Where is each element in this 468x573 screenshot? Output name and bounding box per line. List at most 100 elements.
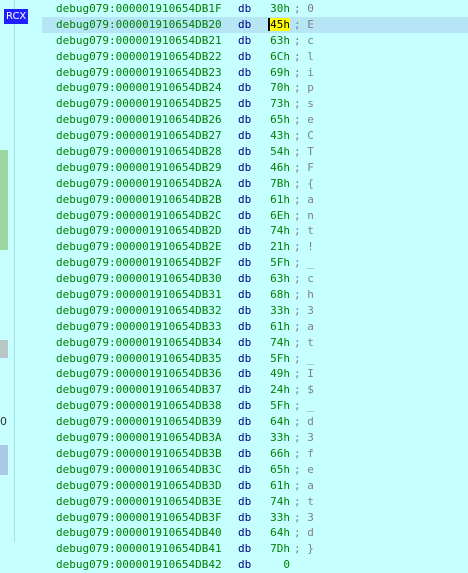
listing-row[interactable]: debug079:000001910654DB34 db 74h ; t [42, 335, 468, 351]
byte-value[interactable]: 6Eh [268, 208, 290, 224]
address-label[interactable]: debug079:000001910654DB39 [56, 414, 222, 430]
listing-row[interactable]: debug079:000001910654DB2B db 61h ; a [42, 192, 468, 208]
byte-value[interactable]: 63h [268, 33, 290, 49]
byte-value[interactable]: 66h [268, 446, 290, 462]
address-label[interactable]: debug079:000001910654DB3C [56, 462, 222, 478]
address-label[interactable]: debug079:000001910654DB1F [56, 1, 222, 17]
listing-row[interactable]: debug079:000001910654DB39 db 64h ; d [42, 414, 468, 430]
byte-value[interactable]: 7Dh [268, 541, 290, 557]
address-label[interactable]: debug079:000001910654DB29 [56, 160, 222, 176]
address-label[interactable]: debug079:000001910654DB25 [56, 96, 222, 112]
listing-row[interactable]: debug079:000001910654DB3B db 66h ; f [42, 446, 468, 462]
listing-row[interactable]: debug079:000001910654DB20 db 45h ; E [42, 16, 468, 33]
byte-value[interactable]: 54h [268, 144, 290, 160]
listing-row[interactable]: debug079:000001910654DB22 db 6Ch ; l [42, 49, 468, 65]
listing-row[interactable]: debug079:000001910654DB36 db 49h ; I [42, 366, 468, 382]
address-label[interactable]: debug079:000001910654DB30 [56, 271, 222, 287]
address-label[interactable]: debug079:000001910654DB2D [56, 223, 222, 239]
address-label[interactable]: debug079:000001910654DB36 [56, 366, 222, 382]
address-label[interactable]: debug079:000001910654DB24 [56, 80, 222, 96]
register-pointer-badge[interactable]: RCX [4, 9, 29, 24]
byte-value[interactable]: 61h [268, 319, 290, 335]
listing-row[interactable]: debug079:000001910654DB25 db 73h ; s [42, 96, 468, 112]
byte-value[interactable]: 63h [268, 271, 290, 287]
address-label[interactable]: debug079:000001910654DB34 [56, 335, 222, 351]
address-label[interactable]: debug079:000001910654DB2C [56, 208, 222, 224]
address-label[interactable]: debug079:000001910654DB3B [56, 446, 222, 462]
byte-value[interactable]: 69h [268, 65, 290, 81]
listing-row[interactable]: debug079:000001910654DB2A db 7Bh ; { [42, 176, 468, 192]
byte-value[interactable]: 6Ch [268, 49, 290, 65]
address-label[interactable]: debug079:000001910654DB35 [56, 351, 222, 367]
byte-value[interactable]: 70h [268, 80, 290, 96]
byte-value[interactable]: 65h [268, 112, 290, 128]
address-label[interactable]: debug079:000001910654DB2E [56, 239, 222, 255]
listing-row[interactable]: debug079:000001910654DB29 db 46h ; F [42, 160, 468, 176]
byte-value[interactable]: 61h [268, 478, 290, 494]
listing-row[interactable]: debug079:000001910654DB23 db 69h ; i [42, 65, 468, 81]
address-label[interactable]: debug079:000001910654DB21 [56, 33, 222, 49]
address-label[interactable]: debug079:000001910654DB40 [56, 525, 222, 541]
listing-row[interactable]: debug079:000001910654DB3F db 33h ; 3 [42, 510, 468, 526]
disassembly-listing[interactable]: debug079:000001910654DB1F db 30h; 0 debug07… [42, 1, 468, 573]
listing-row[interactable]: debug079:000001910654DB1F db 30h ; 0 [42, 1, 468, 17]
listing-row[interactable]: debug079:000001910654DB2E db 21h ; ! [42, 239, 468, 255]
listing-row[interactable]: debug079:000001910654DB24 db 70h ; p [42, 80, 468, 96]
address-label[interactable]: debug079:000001910654DB2B [56, 192, 222, 208]
byte-value[interactable]: 74h [268, 223, 290, 239]
address-label[interactable]: debug079:000001910654DB3D [56, 478, 222, 494]
byte-value[interactable]: 45h [268, 17, 290, 33]
byte-value[interactable]: 5Fh [268, 255, 290, 271]
address-label[interactable]: debug079:000001910654DB2A [56, 176, 222, 192]
listing-row[interactable]: debug079:000001910654DB35 db 5Fh ; _ [42, 351, 468, 367]
byte-value[interactable]: 73h [268, 96, 290, 112]
byte-value[interactable]: 74h [268, 335, 290, 351]
address-label[interactable]: debug079:000001910654DB23 [56, 65, 222, 81]
listing-row[interactable]: debug079:000001910654DB21 db 63h ; c [42, 33, 468, 49]
byte-value[interactable]: 49h [268, 366, 290, 382]
listing-row[interactable]: debug079:000001910654DB38 db 5Fh ; _ [42, 398, 468, 414]
byte-value[interactable]: 64h [268, 414, 290, 430]
listing-row[interactable]: debug079:000001910654DB28 db 54h ; T [42, 144, 468, 160]
byte-value[interactable]: 33h [268, 510, 290, 526]
listing-row[interactable]: debug079:000001910654DB2F db 5Fh ; _ [42, 255, 468, 271]
address-label[interactable]: debug079:000001910654DB3A [56, 430, 222, 446]
listing-row[interactable]: debug079:000001910654DB3E db 74h ; t [42, 494, 468, 510]
listing-row[interactable]: debug079:000001910654DB30 db 63h ; c [42, 271, 468, 287]
byte-value[interactable]: 61h [268, 192, 290, 208]
listing-row[interactable]: debug079:000001910654DB3D db 61h ; a [42, 478, 468, 494]
byte-value[interactable]: 33h [268, 430, 290, 446]
address-label[interactable]: debug079:000001910654DB20 [56, 17, 222, 33]
listing-row[interactable]: debug079:000001910654DB3A db 33h ; 3 [42, 430, 468, 446]
address-label[interactable]: debug079:000001910654DB42 [56, 557, 222, 573]
address-label[interactable]: debug079:000001910654DB31 [56, 287, 222, 303]
address-label[interactable]: debug079:000001910654DB32 [56, 303, 222, 319]
address-label[interactable]: debug079:000001910654DB27 [56, 128, 222, 144]
address-label[interactable]: debug079:000001910654DB26 [56, 112, 222, 128]
address-label[interactable]: debug079:000001910654DB3E [56, 494, 222, 510]
address-label[interactable]: debug079:000001910654DB28 [56, 144, 222, 160]
byte-value[interactable]: 30h [268, 1, 290, 17]
byte-value[interactable]: 0 [268, 557, 290, 573]
listing-row[interactable]: debug079:000001910654DB3C db 65h ; e [42, 462, 468, 478]
address-label[interactable]: debug079:000001910654DB38 [56, 398, 222, 414]
address-label[interactable]: debug079:000001910654DB22 [56, 49, 222, 65]
byte-value[interactable]: 43h [268, 128, 290, 144]
listing-row[interactable]: debug079:000001910654DB2C db 6Eh ; n [42, 208, 468, 224]
listing-row[interactable]: debug079:000001910654DB41 db 7Dh ; } [42, 541, 468, 557]
listing-row[interactable]: debug079:000001910654DB2D db 74h ; t [42, 223, 468, 239]
byte-value[interactable]: 21h [268, 239, 290, 255]
byte-value[interactable]: 65h [268, 462, 290, 478]
listing-row[interactable]: debug079:000001910654DB26 db 65h ; e [42, 112, 468, 128]
byte-value[interactable]: 68h [268, 287, 290, 303]
byte-value[interactable]: 24h [268, 382, 290, 398]
address-label[interactable]: debug079:000001910654DB3F [56, 510, 222, 526]
byte-value[interactable]: 5Fh [268, 351, 290, 367]
byte-value[interactable]: 64h [268, 525, 290, 541]
byte-value[interactable]: 46h [268, 160, 290, 176]
listing-row[interactable]: debug079:000001910654DB40 db 64h ; d [42, 525, 468, 541]
address-label[interactable]: debug079:000001910654DB2F [56, 255, 222, 271]
byte-value[interactable]: 5Fh [268, 398, 290, 414]
byte-value[interactable]: 33h [268, 303, 290, 319]
address-label[interactable]: debug079:000001910654DB41 [56, 541, 222, 557]
